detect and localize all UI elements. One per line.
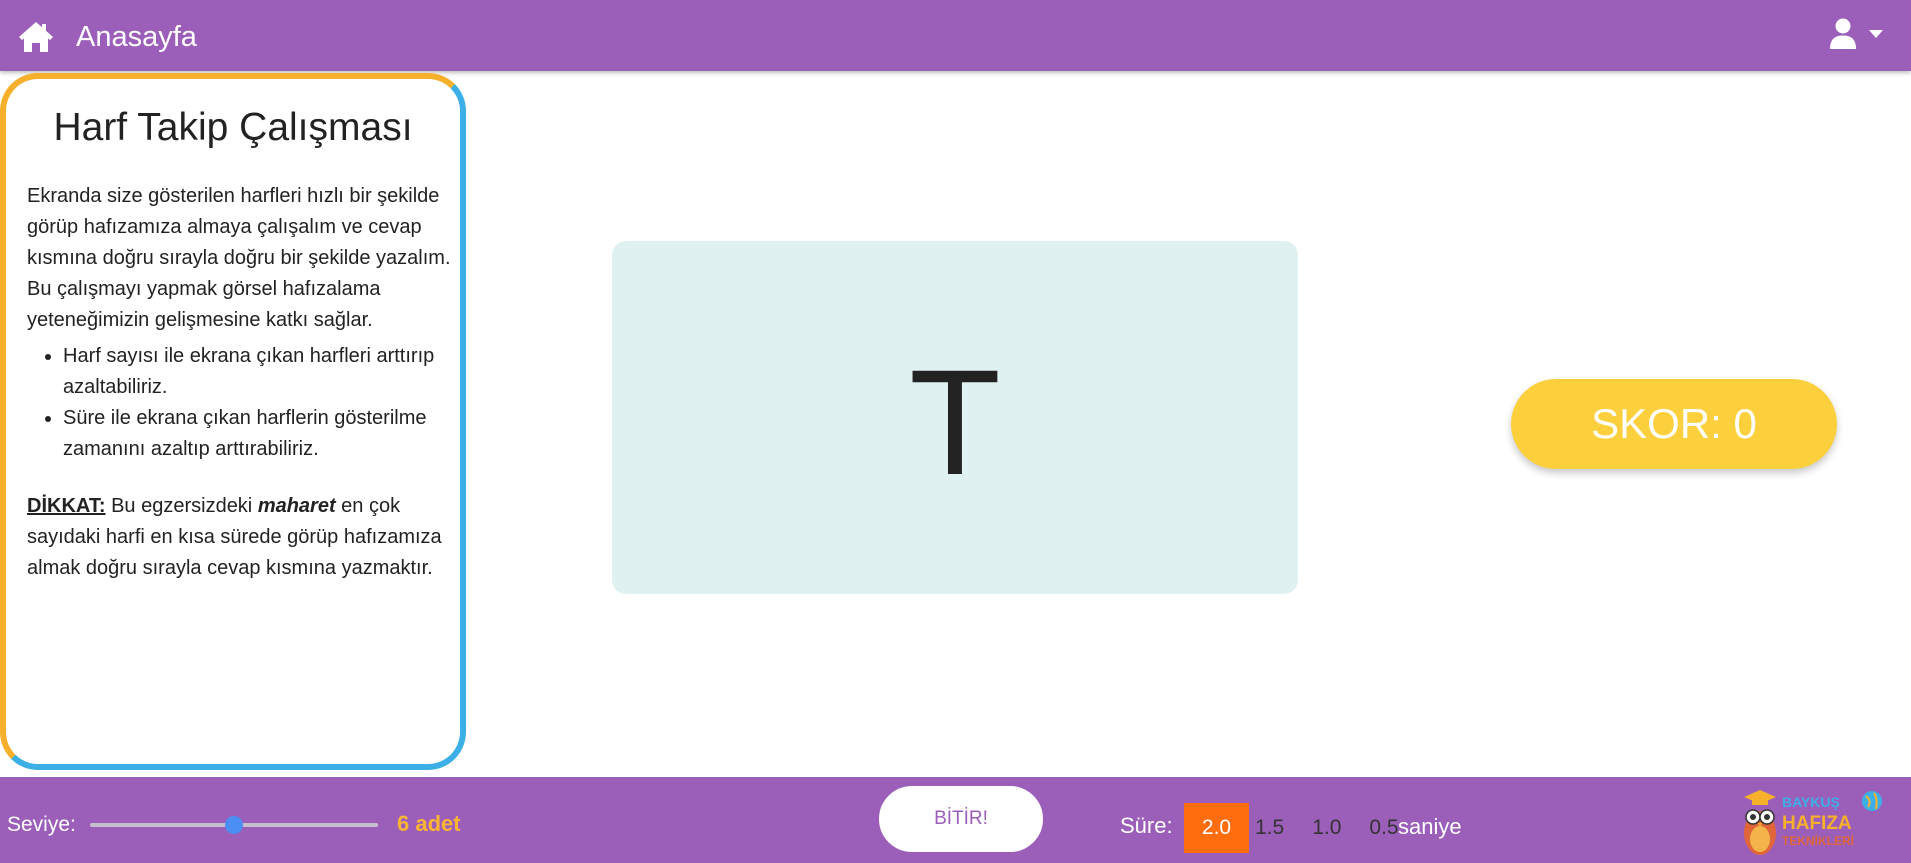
svg-text:BAYKUŞ: BAYKUŞ xyxy=(1782,794,1840,810)
instructions-body: Ekranda size gösterilen harfleri hızlı b… xyxy=(27,181,457,584)
instructions-list: Harf sayısı ile ekrana çıkan harfleri ar… xyxy=(27,341,457,465)
exercise-title: Harf Takip Çalışması xyxy=(53,106,413,149)
home-title: Anasayfa xyxy=(76,21,197,53)
bottom-control-bar: Seviye: 6 adet BİTİR! Süre: 2.0 1.5 1.0 … xyxy=(0,777,1911,863)
instructions-panel: Harf Takip Çalışması Ekranda size göster… xyxy=(0,73,466,770)
level-label: Seviye: xyxy=(7,813,76,836)
duration-option-1-0[interactable]: 1.0 xyxy=(1310,803,1343,853)
duration-options: 2.0 1.5 1.0 0.5 xyxy=(1184,803,1425,853)
baykus-hafiza-logo: BAYKUŞ HAFIZA TEKNİKLERİ xyxy=(1744,790,1882,855)
caret-down-icon xyxy=(1869,30,1883,38)
score-badge: SKOR: 0 xyxy=(1511,379,1837,469)
warning-label: DİKKAT: xyxy=(27,495,106,517)
instruction-item: Harf sayısı ile ekrana çıkan harfleri ar… xyxy=(63,341,457,403)
top-navbar: Anasayfa xyxy=(0,0,1911,71)
warning-text-pre: Bu egzersizdeki xyxy=(105,495,258,517)
duration-option-0-5[interactable]: 0.5 xyxy=(1367,803,1400,853)
home-link[interactable]: Anasayfa xyxy=(18,20,197,54)
user-menu[interactable] xyxy=(1829,18,1883,50)
warning-emphasis: maharet xyxy=(257,495,336,517)
duration-label: Süre: xyxy=(1120,813,1173,838)
level-slider[interactable] xyxy=(90,815,378,835)
duration-unit: saniye xyxy=(1398,814,1462,839)
duration-option-1-5[interactable]: 1.5 xyxy=(1253,803,1286,853)
svg-text:HAFIZA: HAFIZA xyxy=(1782,813,1852,834)
home-icon xyxy=(19,22,53,52)
duration-option-2-0[interactable]: 2.0 xyxy=(1184,803,1249,853)
instruction-item: Süre ile ekrana çıkan harflerin gösteril… xyxy=(63,403,457,465)
user-icon xyxy=(1830,18,1856,49)
letter-display-card: T xyxy=(612,241,1298,594)
warning-note: DİKKAT: Bu egzersizdeki maharet en çok s… xyxy=(27,491,457,584)
level-value: 6 adet xyxy=(397,811,461,836)
instructions-paragraph: Ekranda size gösterilen harfleri hızlı b… xyxy=(27,185,451,331)
slider-thumb[interactable] xyxy=(225,816,243,834)
displayed-letter: T xyxy=(909,337,1001,506)
svg-text:TEKNİKLERİ: TEKNİKLERİ xyxy=(1782,833,1854,848)
finish-button[interactable]: BİTİR! xyxy=(879,786,1043,852)
